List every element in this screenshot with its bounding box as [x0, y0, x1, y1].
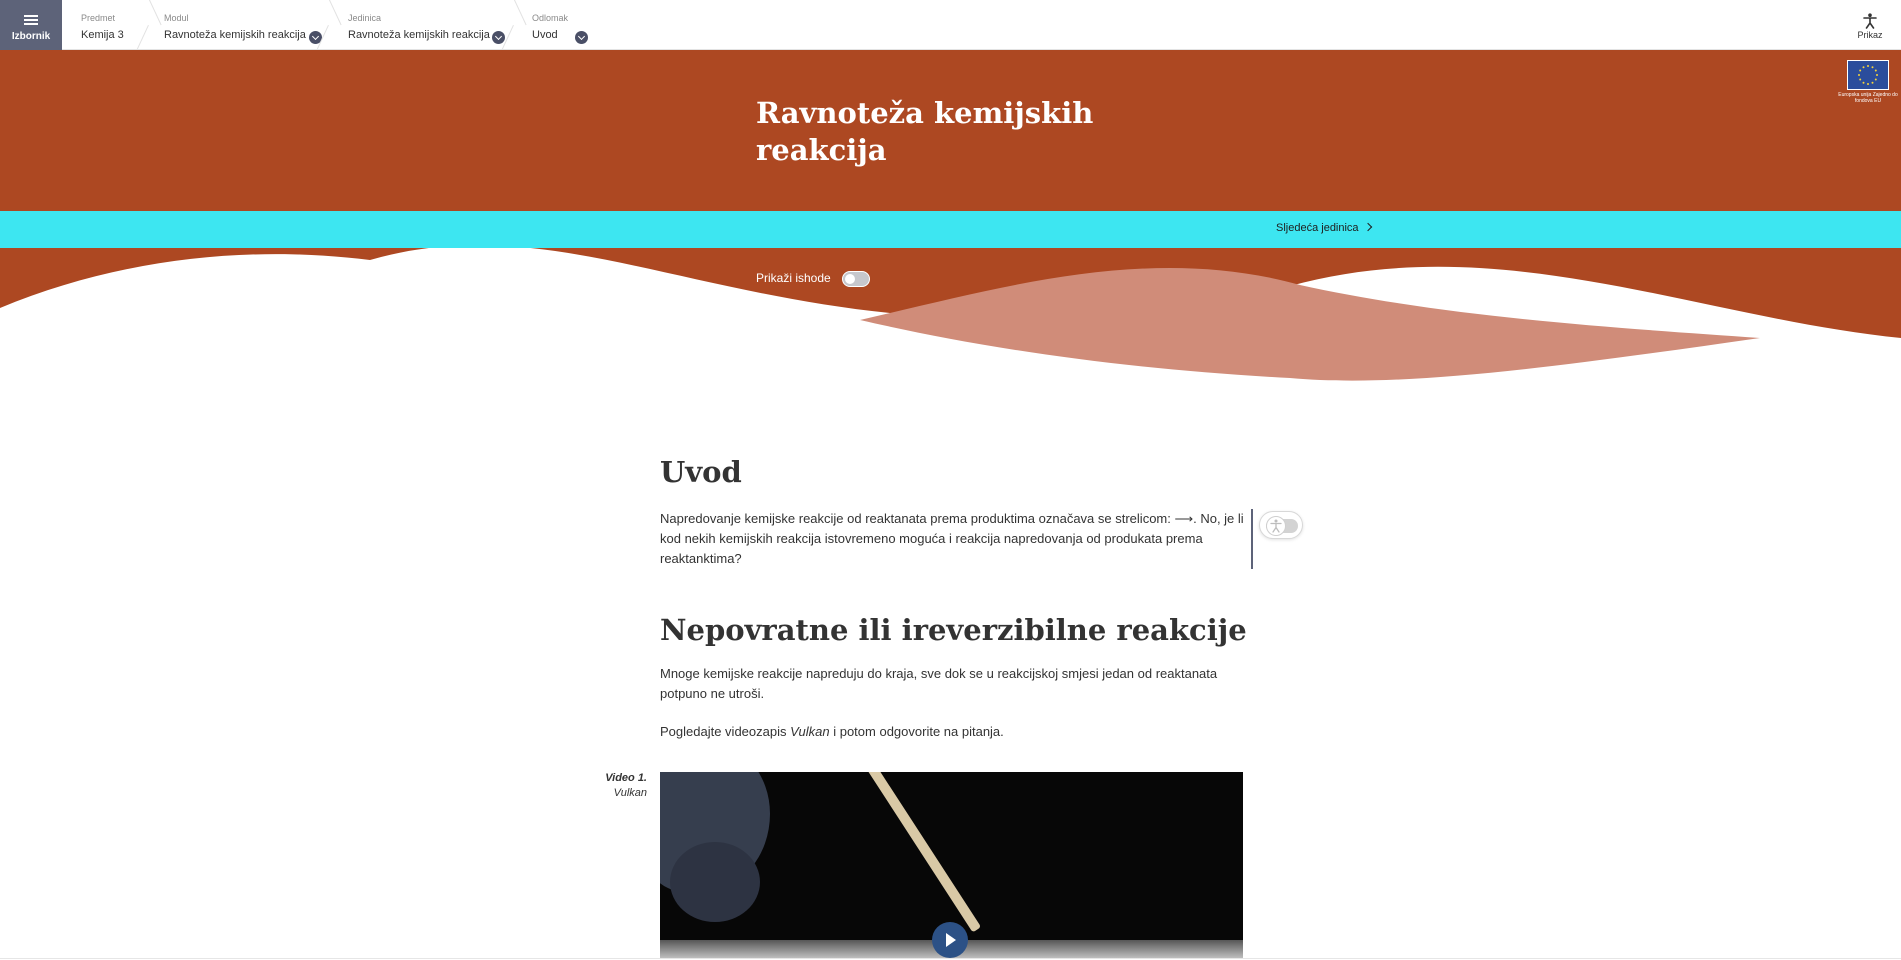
breadcrumb-modul[interactable]: Modul Ravnoteža kemijskih reakcija — [164, 0, 324, 50]
show-outcomes-toggle[interactable] — [842, 271, 870, 287]
video-name: Vulkan — [613, 787, 647, 799]
breadcrumb-caption: Odlomak — [532, 13, 569, 23]
next-unit-bar: Sljedeća jedinica — [0, 211, 1901, 248]
accessibility-toggle[interactable] — [1259, 511, 1303, 539]
menu-label: Izbornik — [11, 31, 51, 42]
show-outcomes-label: Prikaži ishode — [756, 271, 831, 285]
breadcrumb-value: Ravnoteža kemijskih reakcija — [348, 29, 490, 41]
breadcrumb-separator — [148, 0, 162, 50]
hero-banner: Ravnoteža kemijskih reakcija Europska un… — [0, 50, 1901, 211]
breadcrumb-value: Ravnoteža kemijskih reakcija — [164, 29, 306, 41]
video-frame-stick — [863, 772, 982, 933]
breadcrumb-separator — [328, 0, 342, 50]
video-number: Video 1. — [605, 772, 647, 784]
next-unit-label: Sljedeća jedinica — [1276, 222, 1359, 234]
watch-suffix: i potom odgovorite na pitanja. — [829, 724, 1004, 739]
video-frame-finger — [670, 842, 760, 922]
display-label: Prikaz — [1857, 30, 1883, 40]
breadcrumb-odlomak[interactable]: Odlomak Uvod — [532, 0, 592, 50]
section-paragraph: Mnoge kemijske reakcije napreduju do kra… — [660, 666, 1218, 701]
breadcrumb-caption: Modul — [164, 13, 189, 23]
accessibility-panel — [1251, 509, 1305, 569]
video-title-inline: Vulkan — [790, 724, 830, 739]
top-navigation-bar: Izbornik Predmet Kemija 3 Modul Ravnotež… — [0, 0, 1901, 50]
breadcrumb-value: Uvod — [532, 29, 558, 41]
menu-button[interactable]: Izbornik — [0, 0, 62, 50]
display-settings-button[interactable]: Prikaz — [1853, 10, 1887, 44]
eu-flag-logo — [1847, 60, 1889, 90]
watch-video-paragraph: Pogledajte videozapis Vulkan i potom odg… — [660, 722, 1245, 742]
chevron-down-icon[interactable] — [492, 31, 505, 44]
accessibility-icon — [1266, 516, 1286, 536]
breadcrumb-caption: Jedinica — [348, 13, 382, 23]
toggle-knob — [845, 274, 855, 284]
accessibility-person-icon — [1863, 13, 1877, 29]
breadcrumb-jedinica[interactable]: Jedinica Ravnoteža kemijskih reakcija — [348, 0, 508, 50]
chevron-right-icon — [1363, 222, 1372, 232]
breadcrumb-value: Kemija 3 — [81, 29, 124, 41]
page-title-line-2: reakcija — [756, 133, 887, 167]
watch-prefix: Pogledajte videozapis — [660, 724, 791, 739]
eu-logo-text: Europska unija Zajedno do fondova EU — [1838, 92, 1898, 104]
divider — [0, 958, 1901, 959]
breadcrumb-caption: Predmet — [81, 13, 116, 23]
section-heading-uvod: Uvod — [660, 455, 742, 489]
decorative-wave — [0, 248, 1901, 381]
breadcrumb-separator — [513, 0, 527, 50]
chevron-down-icon[interactable] — [575, 31, 588, 44]
section-heading-nepovratne: Nepovratne ili ireverzibilne reakcije — [660, 613, 1247, 647]
page-title-line-1: Ravnoteža kemijskih — [756, 96, 1094, 130]
hamburger-icon — [24, 15, 38, 25]
video-player[interactable] — [660, 772, 1243, 958]
next-unit-link[interactable]: Sljedeća jedinica — [1276, 222, 1372, 234]
page-title: Ravnoteža kemijskih reakcija — [756, 95, 1116, 169]
play-icon[interactable] — [932, 922, 968, 958]
video-caption: Video 1. Vulkan — [560, 771, 647, 801]
intro-paragraph: Napredovanje kemijske reakcije od reakta… — [660, 511, 1244, 566]
breadcrumb-predmet[interactable]: Predmet Kemija 3 — [81, 0, 141, 50]
